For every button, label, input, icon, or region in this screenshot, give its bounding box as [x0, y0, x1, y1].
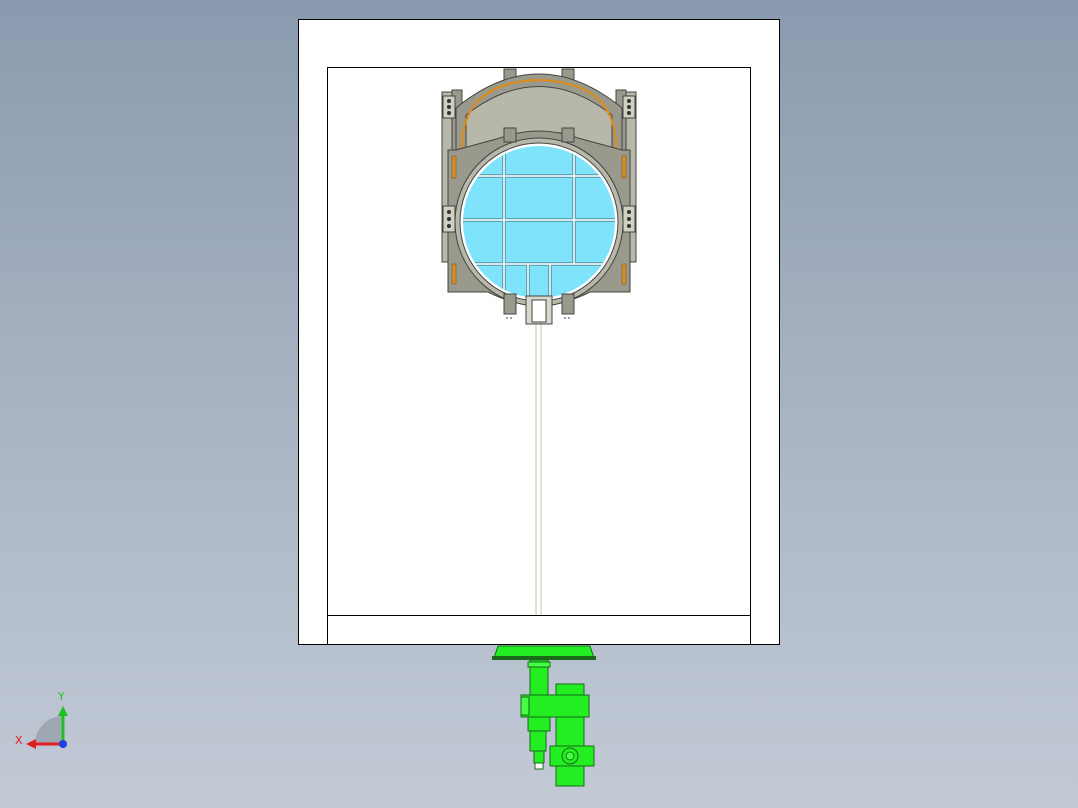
actuator-stem-tip	[529, 730, 547, 752]
actuator-stem-nub	[534, 762, 544, 770]
x-axis-head	[26, 739, 36, 749]
gasket-left-lower	[451, 263, 457, 285]
bottom-lug-left	[503, 293, 517, 315]
valve-assembly[interactable]	[441, 68, 637, 325]
mid-lug-right	[561, 127, 575, 143]
triad-x-label: X	[15, 734, 23, 747]
actuator-collar	[527, 661, 551, 668]
mid-lug-left	[503, 127, 517, 143]
gearbox-body	[520, 694, 590, 718]
bolt-block-left-top	[442, 95, 456, 119]
handwheel-hub-inner	[565, 751, 575, 761]
cad-viewport[interactable]: Y X	[0, 0, 1078, 808]
actuator-mount-base	[492, 656, 596, 660]
bolt-block-right-top	[622, 95, 636, 119]
gasket-right-lower	[621, 263, 627, 285]
actuator-assembly[interactable]	[492, 645, 596, 787]
actuator-stem-lower	[527, 716, 551, 732]
coordinate-triad: Y X	[15, 690, 68, 749]
drawing-canvas[interactable]: Y X	[0, 0, 1078, 808]
gasket-left-upper	[451, 155, 457, 179]
actuator-stem-end	[533, 750, 545, 764]
bottom-lug-right	[561, 293, 575, 315]
gearbox-cap-left	[520, 696, 530, 716]
triad-quadrant	[35, 716, 63, 744]
triad-y-label: Y	[57, 690, 65, 703]
stem-coupling-slot	[531, 299, 547, 323]
y-axis-head	[58, 706, 68, 716]
z-axis-dot	[59, 740, 67, 748]
bolt-block-right-bottom	[622, 205, 636, 233]
gasket-right-upper	[621, 155, 627, 179]
bolt-block-left-bottom	[442, 205, 456, 233]
